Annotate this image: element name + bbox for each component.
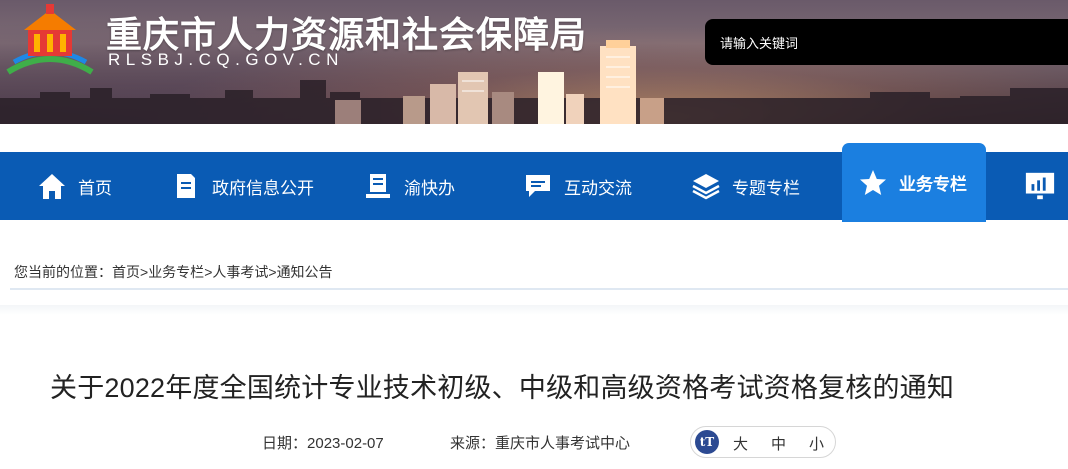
nav-item-home[interactable]: 首页 [36,152,112,220]
document-icon [170,170,202,202]
nav-item-data[interactable] [1024,152,1066,220]
content-divider [0,305,1068,315]
source-label: 来源： [450,435,496,452]
nav-label: 渝快办 [404,178,455,198]
article-date: 日期：2023-02-07 [262,432,384,453]
breadcrumb: 您当前的位置：首页>业务专栏>人事考试>通知公告 [10,256,1068,290]
breadcrumb-separator: > [268,264,277,280]
chat-icon [522,170,554,202]
search-input[interactable]: 请输入关键词 [705,19,1068,65]
nav-item-yukuaiban[interactable]: 渝快办 [362,152,455,220]
nav-item-business[interactable]: 业务专栏 [842,143,986,222]
nav-label: 业务专栏 [899,175,967,194]
nav-label: 首页 [78,178,112,198]
breadcrumb-home[interactable]: 首页 [112,264,140,280]
date-label: 日期： [262,435,308,452]
breadcrumb-notices[interactable]: 通知公告 [277,264,333,280]
article-source: 来源：重庆市人事考试中心 [450,432,630,453]
star-icon [857,167,889,199]
data-chart-icon [1024,170,1056,202]
font-size-switcher: tT 大 中 小 [690,426,836,458]
service-book-icon [362,170,394,202]
nav-item-special-topics[interactable]: 专题专栏 [690,152,800,220]
site-domain: RLSBJ.CQ.GOV.CN [108,50,344,69]
breadcrumb-business[interactable]: 业务专栏 [148,264,204,280]
breadcrumb-personnel-exam[interactable]: 人事考试 [212,264,268,280]
font-size-small-button[interactable]: 小 [809,433,824,454]
nav-label: 专题专栏 [732,178,800,198]
nav-label: 互动交流 [564,178,632,198]
breadcrumb-separator: > [140,264,149,280]
nav-item-gov-info[interactable]: 政府信息公开 [170,152,314,220]
breadcrumb-prefix: 您当前的位置： [14,264,112,280]
font-size-icon: tT [695,430,719,454]
layers-icon [690,170,722,202]
home-icon [36,170,68,202]
header-banner: 重庆市人力资源和社会保障局 RLSBJ.CQ.GOV.CN 请输入关键词 [0,0,1068,124]
source-value: 重庆市人事考试中心 [495,435,631,452]
nav-label: 政府信息公开 [212,178,314,198]
bureau-logo [6,4,94,75]
date-value: 2023-02-07 [307,435,384,452]
nav-item-interaction[interactable]: 互动交流 [522,152,632,220]
font-size-medium-button[interactable]: 中 [771,433,786,454]
main-nav: 首页 政府信息公开 渝快办 互动交流 专题专栏 业务专栏 [0,143,1068,222]
breadcrumb-text: 您当前的位置：首页>业务专栏>人事考试>通知公告 [14,262,333,282]
font-size-large-button[interactable]: 大 [733,433,748,454]
article-title: 关于2022年度全国统计专业技术初级、中级和高级资格考试资格复核的通知 [50,373,955,403]
